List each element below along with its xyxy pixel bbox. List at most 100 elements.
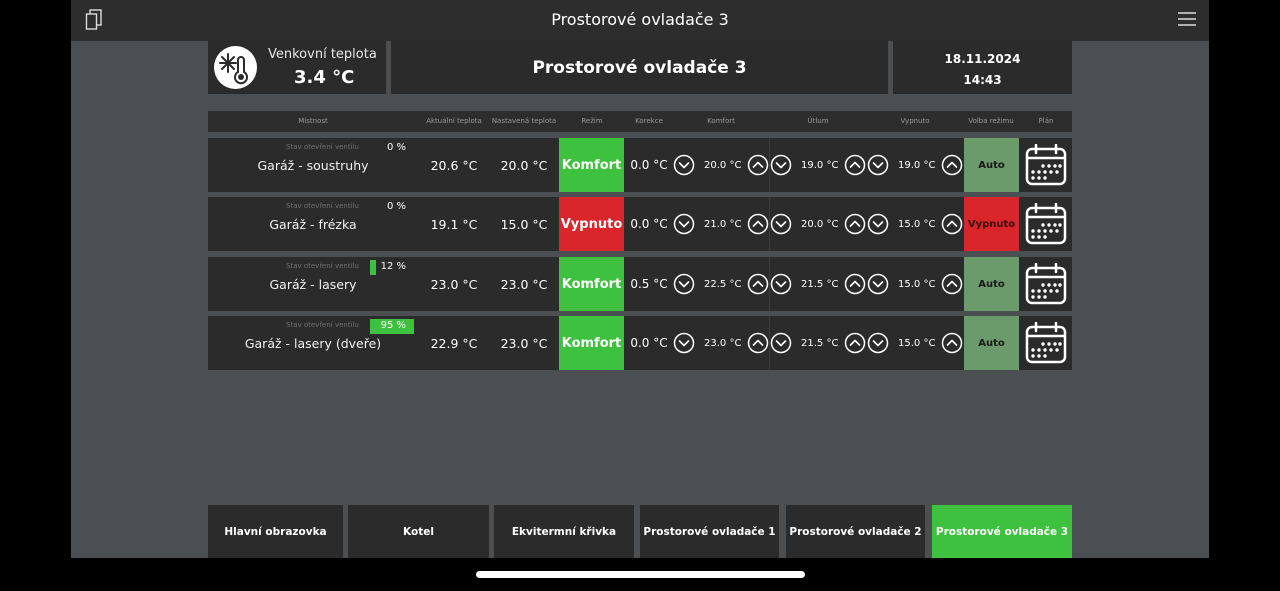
page-title-panel: Prostorové ovladače 3	[391, 41, 888, 94]
off-increase-icon[interactable]	[941, 154, 963, 176]
calendar-schedule-icon[interactable]	[1025, 322, 1067, 364]
table-row: Stav otevření ventilu 95 % Garáž - lasery …	[208, 316, 1072, 370]
off-decrease-icon[interactable]	[867, 154, 889, 176]
setback-temperature: 20.0 °C	[801, 219, 839, 230]
setback-increase-icon[interactable]	[844, 213, 866, 235]
snowflake-thermometer-icon	[214, 46, 257, 89]
off-temperature: 15.0 °C	[898, 219, 936, 230]
setback-decrease-icon[interactable]	[770, 332, 792, 354]
table-row: Stav otevření ventilu 12 % Garáž - lasery 2…	[208, 257, 1072, 311]
column-header-schedule: Plán	[1038, 117, 1054, 125]
column-header-correction: Korekce	[635, 117, 663, 125]
comfort-increase-icon[interactable]	[747, 213, 769, 235]
comfort-decrease-icon[interactable]	[673, 213, 695, 235]
correction-value: 0.0 °C	[630, 336, 668, 350]
outdoor-temperature-panel: Venkovní teplota 3.4 °C	[208, 41, 386, 94]
comfort-decrease-icon[interactable]	[673, 273, 695, 295]
calendar-schedule-icon[interactable]	[1025, 263, 1067, 305]
nav-tab-1[interactable]: Hlavní obrazovka	[208, 505, 343, 558]
valve-open-percent: 12 %	[380, 261, 406, 272]
actual-temperature: 23.0 °C	[430, 277, 478, 292]
comfort-decrease-icon[interactable]	[673, 154, 695, 176]
column-header-comfort: Komfort	[707, 117, 735, 125]
mode-selection-button[interactable]: Auto	[964, 138, 1019, 192]
comfort-increase-icon[interactable]	[747, 154, 769, 176]
valve-status-label: Stav otevření ventilu	[286, 143, 359, 151]
top-bar: Prostorové ovladače 3	[71, 0, 1209, 41]
room-name: Garáž - frézka	[269, 217, 357, 232]
off-decrease-icon[interactable]	[867, 213, 889, 235]
setback-temperature: 21.5 °C	[801, 338, 839, 349]
set-temperature: 15.0 °C	[500, 217, 548, 232]
mode-status: Komfort	[559, 316, 624, 370]
comfort-temperature: 22.5 °C	[704, 279, 742, 290]
set-temperature: 23.0 °C	[500, 277, 548, 292]
setback-decrease-icon[interactable]	[770, 273, 792, 295]
correction-value: 0.0 °C	[630, 158, 668, 172]
off-increase-icon[interactable]	[941, 213, 963, 235]
current-time: 14:43	[963, 73, 1002, 87]
column-header-setback: Útlum	[807, 117, 829, 125]
comfort-temperature: 20.0 °C	[704, 160, 742, 171]
valve-open-percent: 0 %	[386, 201, 406, 212]
nav-tab-4[interactable]: Prostorové ovladače 1	[640, 505, 779, 558]
valve-status-label: Stav otevření ventilu	[286, 262, 359, 270]
valve-status-label: Stav otevření ventilu	[286, 321, 359, 329]
setback-increase-icon[interactable]	[844, 273, 866, 295]
off-increase-icon[interactable]	[941, 273, 963, 295]
home-indicator[interactable]	[476, 571, 805, 578]
mode-status: Komfort	[559, 257, 624, 311]
off-decrease-icon[interactable]	[867, 332, 889, 354]
off-decrease-icon[interactable]	[867, 273, 889, 295]
mode-selection-button[interactable]: Auto	[964, 257, 1019, 311]
room-name: Garáž - lasery	[269, 277, 357, 292]
comfort-temperature: 23.0 °C	[704, 338, 742, 349]
setback-increase-icon[interactable]	[844, 154, 866, 176]
room-name: Garáž - soustruhy	[257, 158, 369, 173]
calendar-schedule-icon[interactable]	[1025, 144, 1067, 186]
setback-temperature: 21.5 °C	[801, 279, 839, 290]
room-name: Garáž - lasery (dveře)	[244, 336, 382, 351]
mode-selection-button[interactable]: Auto	[964, 316, 1019, 370]
off-temperature: 15.0 °C	[898, 338, 936, 349]
app-window: Prostorové ovladače 3 Venkovní teplota 3…	[71, 0, 1209, 558]
setback-decrease-icon[interactable]	[770, 154, 792, 176]
column-header-room: Místnost	[298, 117, 328, 125]
actual-temperature: 22.9 °C	[430, 336, 478, 351]
actual-temperature: 20.6 °C	[430, 158, 478, 173]
valve-status-label: Stav otevření ventilu	[286, 202, 359, 210]
setback-temperature: 19.0 °C	[801, 160, 839, 171]
comfort-increase-icon[interactable]	[747, 273, 769, 295]
valve-open-percent: 95 %	[380, 320, 406, 331]
mode-selection-button[interactable]: Vypnuto	[964, 197, 1019, 251]
page-title: Prostorové ovladače 3	[532, 58, 747, 78]
calendar-schedule-icon[interactable]	[1025, 203, 1067, 245]
table-header: Místnost Aktuální teplota Nastavená tepl…	[208, 111, 1072, 132]
hamburger-menu-icon[interactable]	[1177, 9, 1197, 29]
off-temperature: 19.0 °C	[898, 160, 936, 171]
comfort-decrease-icon[interactable]	[673, 332, 695, 354]
column-header-setpoint: Nastavená teplota	[491, 117, 557, 125]
correction-value: 0.0 °C	[630, 217, 668, 231]
nav-tab-6[interactable]: Prostorové ovladače 3	[932, 505, 1072, 558]
outdoor-temperature-label: Venkovní teplota	[268, 47, 377, 62]
nav-tab-3[interactable]: Ekvitermní křivka	[494, 505, 634, 558]
column-header-mode: Režim	[581, 117, 603, 125]
setback-increase-icon[interactable]	[844, 332, 866, 354]
setback-decrease-icon[interactable]	[770, 213, 792, 235]
mode-status: Vypnuto	[559, 197, 624, 251]
nav-tab-5[interactable]: Prostorové ovladače 2	[786, 505, 925, 558]
off-temperature: 15.0 °C	[898, 279, 936, 290]
column-header-mode-selection: Volba režimu	[968, 117, 1014, 125]
valve-level-bar	[370, 260, 376, 275]
set-temperature: 23.0 °C	[500, 336, 548, 351]
mode-status: Komfort	[559, 138, 624, 192]
comfort-temperature: 21.0 °C	[704, 219, 742, 230]
window-title: Prostorové ovladače 3	[551, 10, 729, 29]
outdoor-temperature-value: 3.4 °C	[294, 67, 355, 88]
current-date: 18.11.2024	[944, 52, 1021, 66]
correction-value: 0.5 °C	[630, 277, 668, 291]
comfort-increase-icon[interactable]	[747, 332, 769, 354]
off-increase-icon[interactable]	[941, 332, 963, 354]
nav-tab-2[interactable]: Kotel	[348, 505, 489, 558]
